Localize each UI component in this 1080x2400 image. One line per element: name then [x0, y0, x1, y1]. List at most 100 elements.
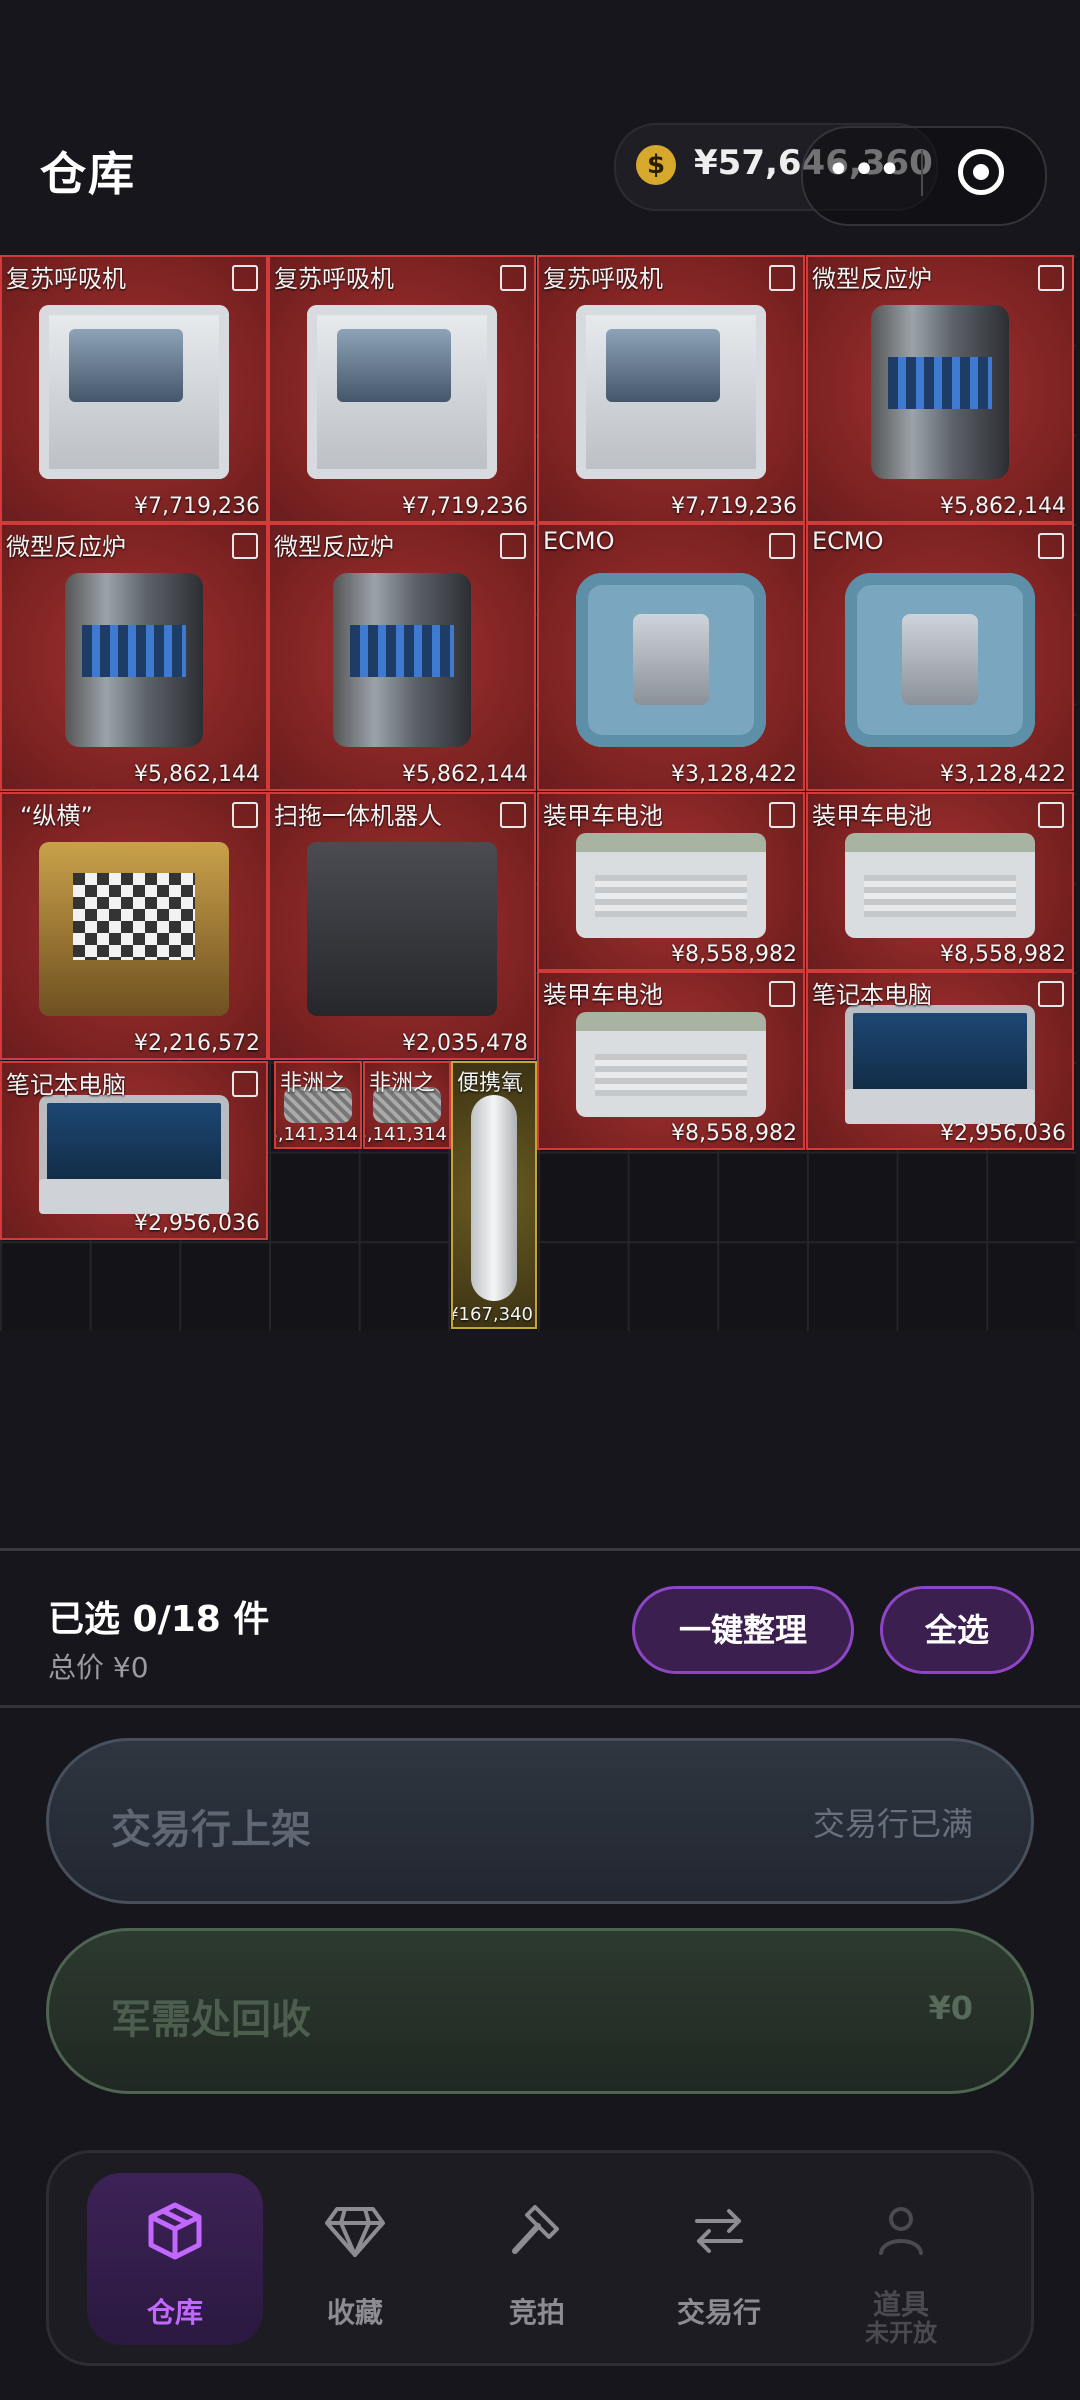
item-checkbox[interactable] — [1038, 981, 1064, 1007]
ecmo-icon — [844, 572, 1036, 747]
select-all-button[interactable]: 全选 — [880, 1586, 1034, 1674]
item-price: ¥2,956,036 — [134, 1211, 260, 1236]
nav-favorites[interactable]: 收藏 — [267, 2173, 443, 2345]
item-name: 非洲之 — [369, 1071, 436, 1096]
item-checkbox[interactable] — [769, 802, 795, 828]
list-on-market-button[interactable]: 交易行上架 交易行已满 — [46, 1738, 1034, 1904]
coin-icon: $ — [636, 145, 676, 185]
item-name: 复苏呼吸机 — [6, 265, 126, 293]
item-price: ¥167,340 — [451, 1304, 533, 1325]
auto-sort-button[interactable]: 一键整理 — [632, 1586, 854, 1674]
page-title: 仓库 — [40, 147, 136, 201]
item-cell[interactable]: 复苏呼吸机 ¥7,719,236 — [537, 255, 805, 523]
reactor-icon — [65, 572, 203, 747]
oxygen-tank-icon — [471, 1094, 517, 1301]
item-cell[interactable]: 微型反应炉 ¥5,862,144 — [806, 255, 1074, 523]
item-checkbox[interactable] — [769, 533, 795, 559]
section-divider — [0, 1548, 1080, 1551]
section-divider — [0, 1705, 1080, 1708]
item-price: ¥2,956,036 — [940, 1121, 1066, 1146]
item-price: ¥8,558,982 — [671, 942, 797, 967]
recycle-value: ¥0 — [928, 1989, 973, 2027]
item-cell[interactable]: 复苏呼吸机 ¥7,719,236 — [0, 255, 268, 523]
item-checkbox[interactable] — [1038, 533, 1064, 559]
nav-auction-label: 竞拍 — [508, 2296, 565, 2329]
item-checkbox[interactable] — [769, 981, 795, 1007]
item-name: 扫拖一体机器人 — [274, 802, 442, 830]
item-name: 复苏呼吸机 — [543, 265, 663, 293]
item-cell[interactable]: ECMO ¥3,128,422 — [806, 523, 1074, 791]
chess-set-icon — [38, 841, 230, 1016]
item-name: 非洲之 — [280, 1071, 347, 1096]
more-options-icon[interactable]: ••• — [820, 145, 910, 201]
item-price: ¥7,719,236 — [402, 494, 528, 519]
laptop-icon — [38, 1094, 230, 1214]
item-price: ¥5,862,144 — [402, 762, 528, 787]
nav-market-label: 交易行 — [676, 2296, 761, 2329]
item-name: 微型反应炉 — [6, 533, 126, 561]
item-checkbox[interactable] — [232, 802, 258, 828]
item-cell[interactable]: 便携氧 ¥167,340 — [451, 1061, 537, 1329]
nav-warehouse[interactable]: 仓库 — [87, 2173, 263, 2345]
item-checkbox[interactable] — [500, 533, 526, 559]
item-name: 复苏呼吸机 — [274, 265, 394, 293]
market-full-status: 交易行已满 — [812, 1805, 973, 1843]
item-name: 装甲车电池 — [543, 802, 663, 830]
exchange-arrows-icon — [695, 2209, 743, 2253]
item-cell[interactable]: 笔记本电脑 ¥2,956,036 — [0, 1061, 268, 1240]
item-name: 微型反应炉 — [812, 265, 932, 293]
ventilator-icon — [38, 304, 230, 479]
item-price: 3,141,314 — [274, 1124, 358, 1145]
item-checkbox[interactable] — [500, 265, 526, 291]
item-price: ¥7,719,236 — [134, 494, 260, 519]
bottom-nav: 仓库 收藏 竞拍 交易行 道具 未开放 — [46, 2150, 1034, 2366]
item-cell[interactable]: “纵横” ¥2,216,572 — [0, 792, 268, 1060]
item-cell[interactable]: 装甲车电池 ¥8,558,982 — [537, 792, 805, 971]
item-checkbox[interactable] — [1038, 265, 1064, 291]
item-checkbox[interactable] — [500, 802, 526, 828]
item-cell[interactable]: 笔记本电脑 ¥2,956,036 — [806, 971, 1074, 1150]
reactor-icon — [871, 304, 1009, 479]
item-checkbox[interactable] — [769, 265, 795, 291]
item-checkbox[interactable] — [232, 533, 258, 559]
nav-auction[interactable]: 竞拍 — [449, 2173, 625, 2345]
item-checkbox[interactable] — [1038, 802, 1064, 828]
item-cell[interactable]: 非洲之 3,141,314 — [363, 1061, 451, 1149]
item-name: “纵横” — [20, 802, 93, 830]
item-cell[interactable]: 扫拖一体机器人 ¥2,035,478 — [268, 792, 536, 1060]
laptop-icon — [844, 1004, 1036, 1124]
item-cell[interactable]: 装甲车电池 ¥8,558,982 — [537, 971, 805, 1150]
item-cell[interactable]: 微型反应炉 ¥5,862,144 — [268, 523, 536, 791]
battery-icon — [844, 832, 1036, 938]
nav-market[interactable]: 交易行 — [631, 2173, 807, 2345]
nav-favorites-label: 收藏 — [326, 2296, 383, 2329]
battery-icon — [575, 1011, 767, 1117]
item-price: ¥2,216,572 — [134, 1031, 260, 1056]
item-price: ¥3,128,422 — [940, 762, 1066, 787]
ventilator-icon — [306, 304, 498, 479]
item-price: ¥5,862,144 — [134, 762, 260, 787]
capsule-divider — [921, 150, 923, 196]
item-cell[interactable]: ECMO ¥3,128,422 — [537, 523, 805, 791]
ventilator-icon — [575, 304, 767, 479]
item-cell[interactable]: 非洲之 3,141,314 — [274, 1061, 362, 1149]
item-name: 笔记本电脑 — [6, 1071, 126, 1099]
close-target-icon[interactable] — [958, 149, 1004, 195]
item-price: ¥2,035,478 — [402, 1031, 528, 1056]
item-price: ¥5,862,144 — [940, 494, 1066, 519]
quartermaster-recycle-button[interactable]: 军需处回收 ¥0 — [46, 1928, 1034, 2094]
item-checkbox[interactable] — [232, 1071, 258, 1097]
list-on-market-label: 交易行上架 — [111, 1807, 311, 1853]
item-cell[interactable]: 复苏呼吸机 ¥7,719,236 — [268, 255, 536, 523]
selected-total: 总价 ¥0 — [48, 1651, 149, 1684]
nav-props: 道具 未开放 — [813, 2173, 989, 2347]
inventory-grid: 复苏呼吸机 ¥7,719,236 复苏呼吸机 ¥7,719,236 复苏呼吸机 … — [0, 255, 1076, 1331]
item-checkbox[interactable] — [232, 265, 258, 291]
item-cell[interactable]: 微型反应炉 ¥5,862,144 — [0, 523, 268, 791]
item-price: ¥3,128,422 — [671, 762, 797, 787]
item-cell[interactable]: 装甲车电池 ¥8,558,982 — [806, 792, 1074, 971]
item-price: 3,141,314 — [363, 1124, 447, 1145]
gavel-icon — [512, 2205, 559, 2254]
item-name: 微型反应炉 — [274, 533, 394, 561]
item-price: ¥8,558,982 — [940, 942, 1066, 967]
